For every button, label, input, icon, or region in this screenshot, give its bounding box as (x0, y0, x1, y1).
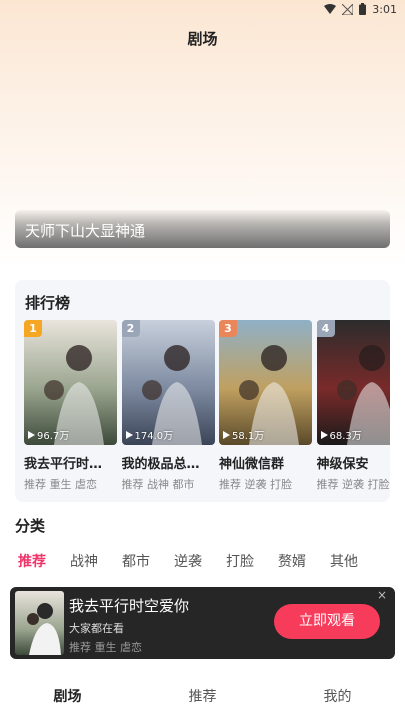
play-count-value: 174.0万 (134, 431, 174, 442)
category-tab[interactable]: 其他 (330, 551, 382, 571)
play-count-value: 58.1万 (232, 431, 265, 442)
nav-tab[interactable]: 我的 (288, 686, 388, 706)
category-tab[interactable]: 逆袭 (174, 551, 226, 571)
close-icon[interactable]: × (377, 589, 389, 601)
drama-title: 我的极品总… (121, 457, 200, 472)
drama-title: 我去平行时… (24, 457, 103, 472)
category-tabs: 推荐 战神 都市 逆袭 打脸 赘婿 其他 (18, 551, 388, 571)
bottom-nav: 剧场 推荐 我的 (0, 672, 405, 720)
ranking-item[interactable]: 4 68.3万 神级保安 推荐 逆袭 打脸 (316, 320, 390, 492)
rank-badge: 2 (121, 320, 140, 337)
play-count: 174.0万 (125, 427, 174, 442)
drama-title: 神级保安 (316, 457, 369, 472)
mini-player-tags: 推荐 重生 虐恋 (69, 641, 142, 654)
play-count-value: 96.7万 (37, 431, 70, 442)
play-count: 58.1万 (223, 427, 264, 442)
category-tab[interactable]: 赘婿 (278, 551, 330, 571)
banner-title: 天师下山大显神通 (25, 222, 146, 240)
page-title: 剧场 (187, 30, 218, 48)
status-time: 3:01 (372, 2, 397, 16)
ranking-section: 排行榜 1 96.7万 我去平行时… 推荐 重生 虐恋 2 174.0万 我的极… (15, 280, 390, 502)
rank-badge: 1 (24, 320, 42, 337)
mini-player-title: 我去平行时空爱你 (69, 597, 190, 615)
nav-tab[interactable]: 推荐 (153, 686, 253, 706)
drama-poster[interactable]: 4 68.3万 (316, 320, 390, 445)
drama-tags: 推荐 逆袭 打脸 (219, 478, 292, 491)
ranking-list[interactable]: 1 96.7万 我去平行时… 推荐 重生 虐恋 2 174.0万 我的极品总… … (24, 320, 390, 495)
play-count-value: 68.3万 (329, 431, 362, 442)
drama-tags: 推荐 重生 虐恋 (24, 478, 97, 491)
play-icon (28, 430, 35, 439)
watch-now-button[interactable]: 立即观看 (274, 604, 380, 639)
ranking-title: 排行榜 (25, 294, 71, 312)
play-count: 68.3万 (320, 427, 362, 442)
rank-badge: 4 (316, 320, 335, 337)
featured-banner[interactable]: 天师下山大显神通 (15, 210, 390, 248)
category-tab[interactable]: 推荐 (18, 551, 70, 571)
wifi-icon (324, 4, 337, 14)
category-tab[interactable]: 打脸 (226, 551, 278, 571)
drama-title: 神仙微信群 (219, 457, 285, 472)
drama-tags: 推荐 逆袭 打脸 (316, 478, 390, 491)
play-icon (125, 430, 133, 439)
category-tab[interactable]: 战神 (70, 551, 122, 571)
ranking-item[interactable]: 3 58.1万 神仙微信群 推荐 逆袭 打脸 (219, 320, 312, 492)
nav-tab[interactable]: 剧场 (18, 686, 118, 706)
mini-player-subtitle: 大家都在看 (69, 622, 124, 635)
ranking-item[interactable]: 1 96.7万 我去平行时… 推荐 重生 虐恋 (24, 320, 117, 492)
category-tab[interactable]: 都市 (122, 551, 174, 571)
drama-poster[interactable]: 2 174.0万 (121, 320, 215, 445)
play-icon (223, 430, 230, 439)
mini-player-thumbnail[interactable] (15, 591, 64, 655)
status-bar: 3:01 (0, 0, 405, 18)
ranking-item[interactable]: 2 174.0万 我的极品总… 推荐 战神 都市 (121, 320, 215, 492)
drama-poster[interactable]: 1 96.7万 (24, 320, 117, 445)
drama-tags: 推荐 战神 都市 (121, 478, 195, 491)
battery-icon (359, 3, 367, 15)
category-title: 分类 (15, 517, 46, 535)
rank-badge: 3 (219, 320, 237, 337)
mini-player[interactable]: 我去平行时空爱你 大家都在看 推荐 重生 虐恋 立即观看 × (10, 587, 395, 659)
play-count: 96.7万 (28, 427, 69, 442)
drama-poster[interactable]: 3 58.1万 (219, 320, 312, 445)
play-icon (320, 430, 328, 439)
no-signal-icon (342, 3, 354, 15)
